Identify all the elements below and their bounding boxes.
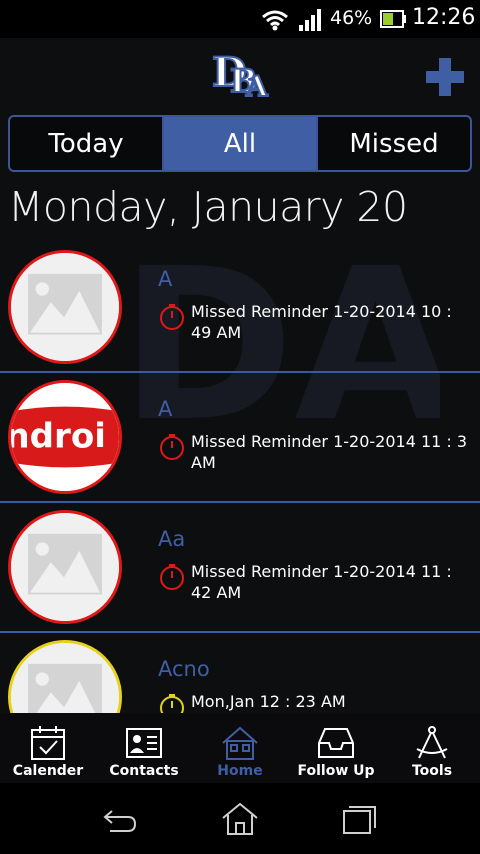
placeholder-image-icon [11, 513, 119, 621]
add-button[interactable] [424, 56, 466, 98]
bottom-nav: Calender Contacts Home Follow Up Tools [0, 713, 480, 783]
reminder-text: Missed Reminder 1-20-2014 10 : 49 AM [191, 302, 452, 342]
date-heading: Monday, January 20 [8, 183, 408, 231]
filter-tabs: Today All Missed [8, 115, 472, 172]
inbox-tray-icon [318, 728, 354, 758]
dba-logo-icon: D B A [211, 48, 270, 100]
tab-all[interactable]: All [162, 117, 316, 170]
avatar: ndroi [8, 380, 122, 494]
battery-percent: 46% [330, 7, 373, 29]
contact-name: A [158, 397, 173, 421]
stopwatch-icon [160, 434, 184, 460]
nav-follow-up[interactable]: Follow Up [288, 713, 384, 783]
app-screen: DA D B A Today All Missed Monday, Januar… [0, 38, 480, 783]
avatar [8, 250, 122, 364]
calendar-icon [31, 726, 65, 760]
list-item[interactable]: ndroi A Missed Reminder 1-20-2014 11 : 3… [0, 373, 480, 503]
nav-label: Contacts [109, 763, 179, 779]
placeholder-image-icon [11, 253, 119, 361]
list-item[interactable]: Aa Missed Reminder 1-20-2014 11 : 42 AM [0, 503, 480, 633]
reminder-text: Missed Reminder 1-20-2014 11 : 3 AM [191, 432, 468, 472]
battery-icon [380, 10, 406, 28]
recent-apps-icon[interactable] [340, 801, 380, 837]
reminder-text: Mon,Jan 12 : 23 AM [191, 692, 346, 711]
contact-name: A [158, 267, 173, 291]
status-bar: 46% 12:26 [0, 0, 480, 38]
stopwatch-icon [160, 304, 184, 330]
nav-label: Tools [411, 763, 453, 779]
back-icon[interactable] [100, 801, 140, 837]
nav-label: Calender [12, 763, 84, 779]
nav-label: Follow Up [297, 763, 375, 779]
app-header: D B A [0, 38, 480, 110]
avatar [8, 510, 122, 624]
home-icon [222, 726, 258, 760]
reminder-list: A Missed Reminder 1-20-2014 10 : 49 AM n… [0, 243, 480, 763]
stopwatch-icon [160, 564, 184, 590]
nav-contacts[interactable]: Contacts [96, 713, 192, 783]
signal-icon [299, 9, 321, 31]
contact-card-icon [126, 728, 162, 758]
nav-tools[interactable]: Tools [384, 713, 480, 783]
android-logo-image: ndroi [11, 383, 119, 491]
wifi-icon [262, 10, 288, 31]
clock: 12:26 [412, 5, 476, 30]
reminder-text: Missed Reminder 1-20-2014 11 : 42 AM [191, 562, 452, 602]
contact-name: Aa [158, 527, 186, 551]
compass-tools-icon [416, 726, 448, 759]
svg-text:A: A [245, 70, 269, 100]
nav-home[interactable]: Home [192, 713, 288, 783]
nav-calender[interactable]: Calender [0, 713, 96, 783]
tab-today[interactable]: Today [10, 117, 162, 170]
svg-text:ndroi: ndroi [11, 416, 106, 456]
contact-name: Acno [158, 657, 210, 681]
system-nav-bar [0, 783, 480, 854]
nav-label: Home [217, 763, 263, 779]
home-button-icon[interactable] [220, 801, 260, 837]
tab-missed[interactable]: Missed [316, 117, 470, 170]
list-item[interactable]: A Missed Reminder 1-20-2014 10 : 49 AM [0, 243, 480, 373]
